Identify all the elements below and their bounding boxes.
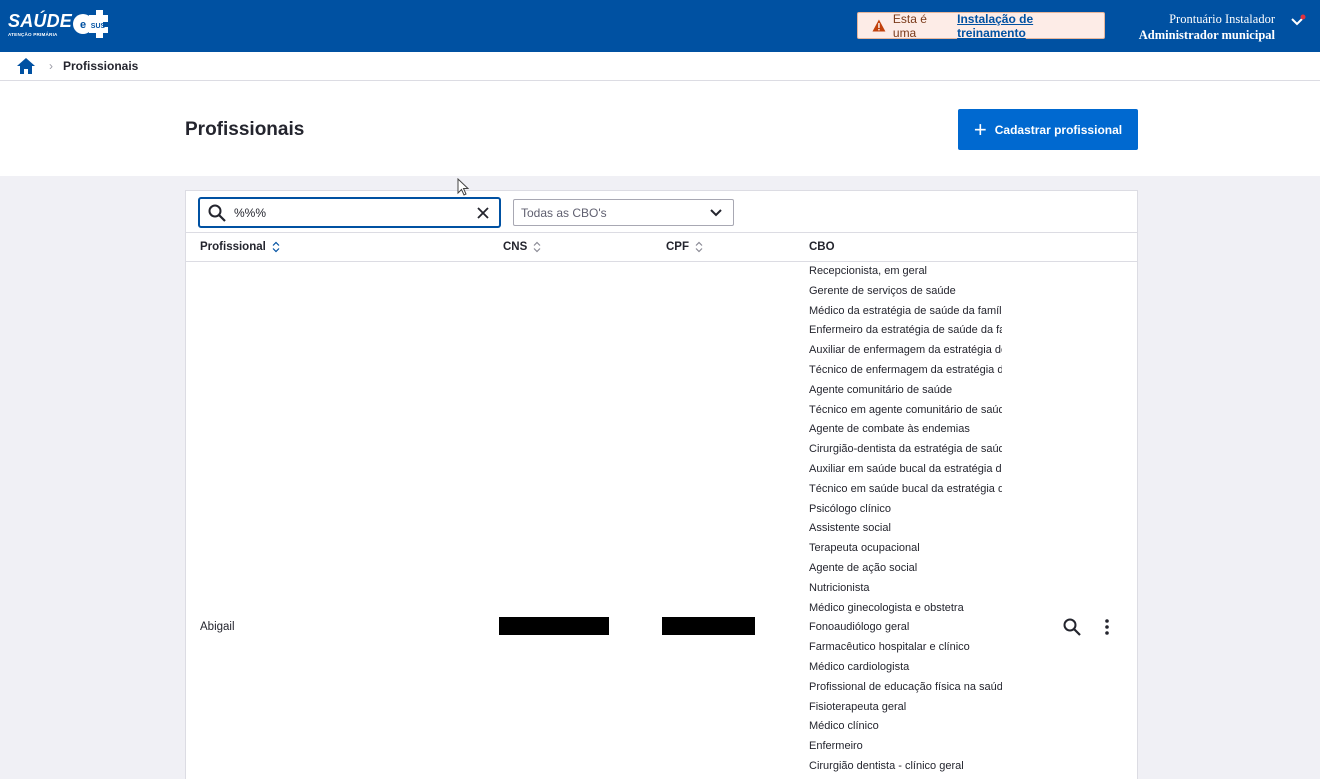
column-cbo: CBO [809,241,835,253]
close-icon[interactable] [476,206,490,220]
training-text: Esta é uma [892,11,927,40]
cbo-item: Cirurgião dentista - clínico geral [809,759,964,772]
cbo-item: Enfermeiro [809,740,863,753]
cbo-item: Agente de combate às endemias [809,423,970,436]
svg-text:e: e [80,19,86,31]
cbo-item: Auxiliar em saúde bucal da estratégia de… [809,462,1002,475]
chevron-down-icon[interactable] [1290,14,1306,28]
column-label: Profissional [200,241,266,253]
user-role: Administrador municipal [1138,28,1275,42]
warning-icon [872,19,886,32]
table-header: Profissional CNS CPF CBO [186,233,1137,262]
column-label: CPF [666,241,689,253]
cns-redacted [499,617,609,635]
cbo-item: Profissional de educação física na saúde [809,680,1002,693]
cbo-select[interactable]: Todas as CBO's [513,199,734,226]
cbo-item: Médico ginecologista e obstetra [809,601,964,614]
cbo-item: Nutricionista [809,581,870,594]
cbo-item: Fonoaudiólogo geral [809,621,910,634]
cbo-list: Recepcionista, em geral Gerente de serviç… [809,262,1002,777]
add-professional-label: Cadastrar profissional [994,122,1123,137]
search-icon [208,204,226,222]
column-label: CBO [809,241,835,253]
cbo-item: Agente de ação social [809,561,918,574]
esus-cross-icon: e SUS [73,10,108,38]
more-options-icon[interactable] [1100,618,1114,636]
page-title: Profissionais [185,119,305,140]
sort-icon [272,241,280,253]
breadcrumb-current: Profissionais [63,59,139,73]
logo-text: SAÚDE [8,11,73,31]
column-cns[interactable]: CNS [503,241,542,253]
cbo-item: Médico cardiologista [809,660,910,673]
column-profissional[interactable]: Profissional [200,241,281,253]
cbo-item: Fisioterapeuta geral [809,700,907,713]
cbo-item: Enfermeiro da estratégia de saúde da fam… [809,324,1002,337]
professional-name: Abigail [200,621,235,633]
breadcrumb: › Profissionais [0,52,1320,81]
logo-subtitle: ATENÇÃO PRIMÁRIA [8,32,58,37]
home-icon[interactable] [16,57,36,75]
cbo-item: Psicólogo clínico [809,502,891,515]
top-header: SAÚDE ATENÇÃO PRIMÁRIA e SUS Esta é uma … [0,0,1320,52]
sort-icon [695,241,703,253]
cbo-item: Assistente social [809,522,891,535]
cbo-item: Médico clínico [809,720,879,733]
column-label: CNS [503,241,528,253]
plus-icon: + [973,116,987,142]
cbo-item: Farmacêutico hospitalar e clínico [809,641,970,654]
cpf-redacted [662,617,755,635]
view-search-icon[interactable] [1063,618,1081,636]
search-input[interactable]: %%% [198,197,501,228]
user-name: Prontuário Instalador [1169,12,1275,26]
column-cpf[interactable]: CPF [666,241,704,253]
chevron-down-icon [710,209,722,217]
page-header: Profissionais + Cadastrar profissional [0,81,1320,176]
cbo-item: Técnico em agente comunitário de saúde [809,403,1002,416]
cbo-item: Recepcionista, em geral [809,265,928,277]
cbo-item: Técnico de enfermagem da estratégia de s… [809,363,1002,376]
svg-text:SUS: SUS [91,23,106,30]
saude-logo[interactable]: SAÚDE ATENÇÃO PRIMÁRIA e SUS [8,9,108,43]
cbo-item: Cirurgião-dentista da estratégia de saúd… [809,443,1002,456]
filter-bar: %%% Todas as CBO's [186,191,1137,233]
training-link[interactable]: Instalação de treinamento [957,12,1104,40]
training-banner: Esta é uma Instalação de treinamento [857,11,1105,40]
mouse-cursor-icon [457,178,470,196]
add-professional-button[interactable]: + Cadastrar profissional [958,109,1138,150]
breadcrumb-separator: › [49,59,53,73]
cbo-item: Gerente de serviços de saúde [809,284,956,297]
cbo-item: Médico da estratégia de saúde da família [809,304,1002,317]
user-menu[interactable]: Prontuário Instalador Administrador muni… [1139,11,1275,43]
cbo-item: Terapeuta ocupacional [809,542,920,555]
cbo-item: Agente comunitário de saúde [809,383,953,396]
cbo-item: Auxiliar de enfermagem da estratégia de … [809,344,1002,357]
sort-icon [533,241,541,253]
search-value: %%% [234,205,267,220]
cbo-item: Técnico em saúde bucal da estratégia de … [809,482,1002,495]
professionals-table: %%% Todas as CBO's Profissional CNS CPF … [185,190,1138,779]
cbo-select-value: Todas as CBO's [521,205,607,220]
